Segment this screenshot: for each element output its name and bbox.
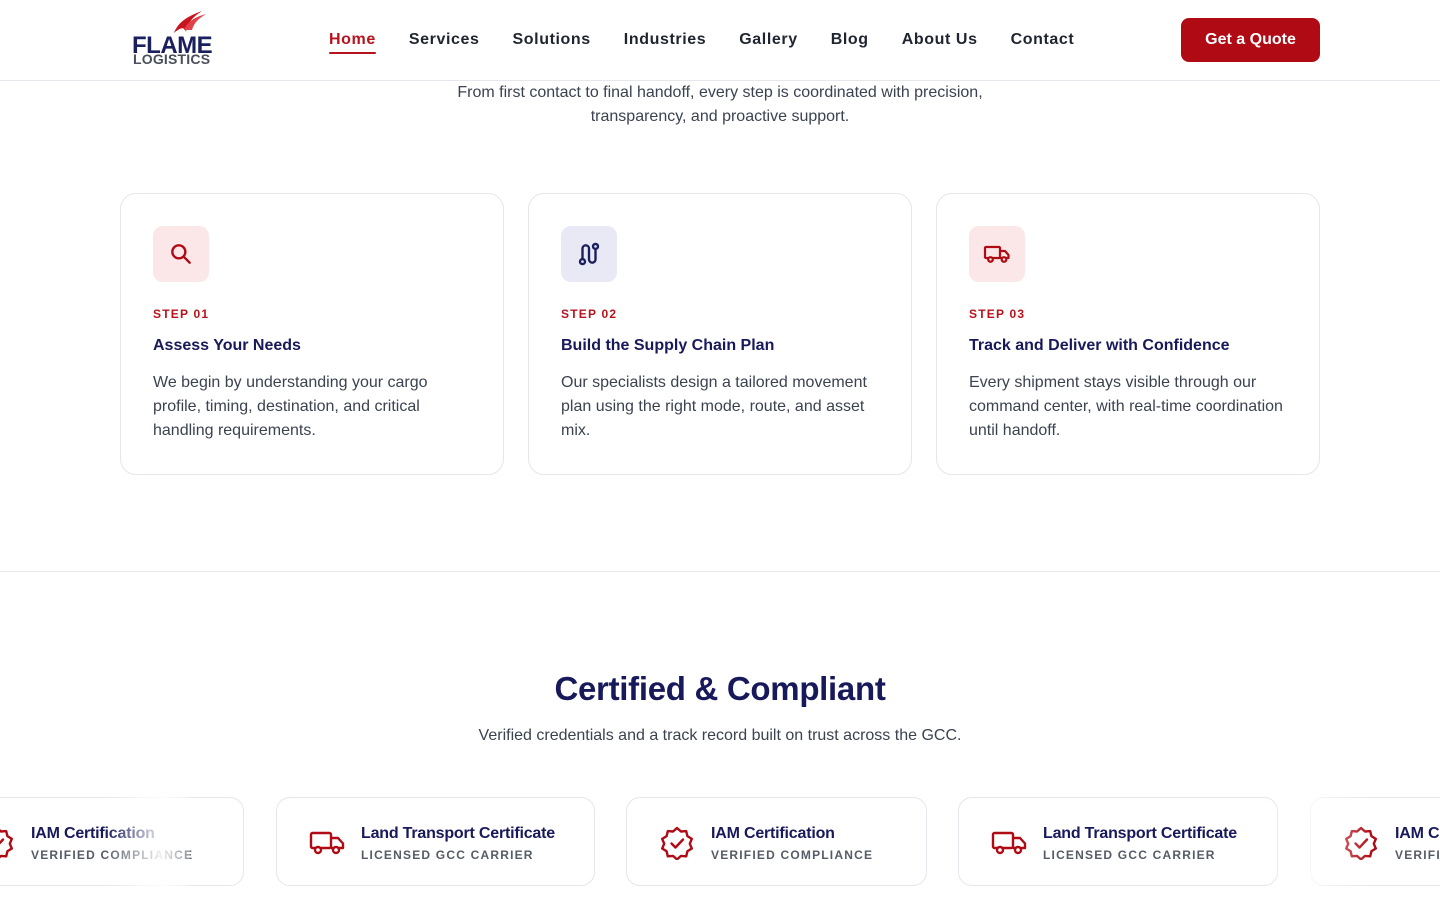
step-title: Build the Supply Chain Plan (561, 337, 775, 354)
route-icon (561, 226, 617, 282)
brand-logo[interactable]: FLAME LOGISTICS (132, 8, 222, 70)
section-divider (0, 571, 1440, 572)
certificate-card[interactable]: IAM Certification VERIFIED COMPLIANCE (626, 797, 927, 886)
certificate-name: Land Transport Certificate (361, 825, 555, 842)
step-number: STEP 01 (153, 307, 210, 321)
certificate-tag: VERIFIED COMPLIANCE (1395, 848, 1440, 862)
badge-check-icon (1345, 826, 1377, 860)
nav-about-us[interactable]: About Us (902, 32, 978, 48)
certificate-tag: LICENSED GCC CARRIER (361, 848, 534, 862)
nav-contact[interactable]: Contact (1011, 32, 1075, 48)
step-card: STEP 01 Assess Your Needs We begin by un… (120, 193, 504, 475)
certified-subtitle: Verified credentials and a track record … (478, 727, 962, 744)
certificate-tag: LICENSED GCC CARRIER (1043, 848, 1216, 862)
step-card: STEP 03 Track and Deliver with Confidenc… (936, 193, 1320, 475)
step-title: Track and Deliver with Confidence (969, 337, 1230, 354)
truck-icon (969, 226, 1025, 282)
process-intro: From first contact to final handoff, eve… (0, 81, 1440, 129)
certificate-name: IAM Certification (31, 825, 155, 842)
certificate-card[interactable]: IAM Certification VERIFIED COMPLIANCE (0, 797, 244, 886)
certificate-tag: VERIFIED COMPLIANCE (711, 848, 874, 862)
process-steps: STEP 01 Assess Your Needs We begin by un… (120, 193, 1320, 475)
intro-line-1: From first contact to final handoff, eve… (457, 84, 983, 101)
step-card: STEP 02 Build the Supply Chain Plan Our … (528, 193, 912, 475)
site-header: FLAME LOGISTICS Home Services Solutions … (0, 0, 1440, 81)
search-icon (153, 226, 209, 282)
nav-industries[interactable]: Industries (624, 32, 706, 48)
step-description: Our specialists design a tailored moveme… (561, 374, 867, 439)
main-nav: Home Services Solutions Industries Galle… (329, 0, 1107, 80)
certified-heading: Certified & Compliant (554, 670, 886, 707)
flame-icon (174, 11, 206, 33)
nav-services[interactable]: Services (409, 32, 480, 48)
intro-line-2: transparency, and proactive support. (590, 108, 850, 125)
brand-name-secondary: LOGISTICS (133, 51, 211, 67)
certificate-card[interactable]: IAM Certification VERIFIED COMPLIANCE (1310, 797, 1440, 886)
nav-gallery[interactable]: Gallery (739, 32, 797, 48)
certificate-name: Land Transport Certificate (1043, 825, 1237, 842)
step-description: We begin by understanding your cargo pro… (153, 374, 428, 439)
certificate-carousel[interactable]: IAM Certification VERIFIED COMPLIANCE La… (0, 797, 1440, 887)
badge-check-icon (661, 826, 693, 860)
certificate-card[interactable]: Land Transport Certificate LICENSED GCC … (958, 797, 1278, 886)
truck-icon (991, 831, 1027, 855)
certificate-card[interactable]: Land Transport Certificate LICENSED GCC … (276, 797, 595, 886)
step-number: STEP 03 (969, 307, 1026, 321)
nav-solutions[interactable]: Solutions (513, 32, 591, 48)
step-title: Assess Your Needs (153, 337, 301, 354)
truck-icon (309, 831, 345, 855)
step-description: Every shipment stays visible through our… (969, 374, 1283, 439)
certificate-name: IAM Certification (711, 825, 835, 842)
nav-home[interactable]: Home (329, 32, 376, 54)
nav-blog[interactable]: Blog (831, 32, 869, 48)
step-number: STEP 02 (561, 307, 618, 321)
badge-check-icon (0, 829, 13, 859)
certificate-name: IAM Certification (1395, 825, 1440, 842)
certificate-tag: VERIFIED COMPLIANCE (31, 848, 194, 862)
get-a-quote-button[interactable]: Get a Quote (1181, 18, 1320, 62)
